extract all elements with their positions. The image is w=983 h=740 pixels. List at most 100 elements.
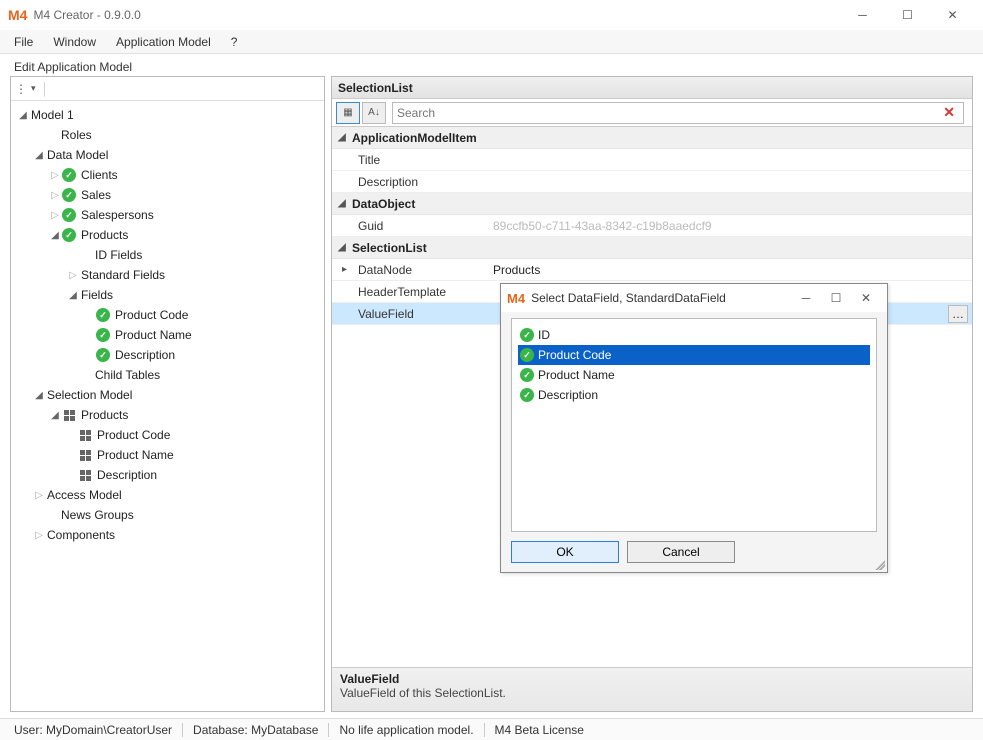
dialog-titlebar: M4 Select DataField, StandardDataField ─… — [501, 284, 887, 312]
tree-fields[interactable]: Fields — [79, 288, 113, 302]
caret-icon[interactable]: ▷ — [49, 210, 61, 221]
caret-icon[interactable]: ◢ — [33, 390, 45, 401]
tree-child-tables[interactable]: Child Tables — [93, 368, 160, 382]
caret-icon[interactable]: ◢ — [33, 150, 45, 161]
tree-data-model[interactable]: Data Model — [45, 148, 108, 162]
menu-window[interactable]: Window — [43, 33, 106, 51]
list-item[interactable]: ✓ID — [518, 325, 870, 345]
prop-valuefield-key[interactable]: ValueField — [332, 307, 487, 321]
menu-file[interactable]: File — [4, 33, 43, 51]
menubar: File Window Application Model ? — [0, 30, 983, 54]
toolbar-dropdown-icon[interactable]: ▾ — [31, 83, 36, 94]
model-tree[interactable]: ◢Model 1 ▸Roles ◢Data Model ▷✓Clients ▷✓… — [11, 101, 324, 711]
clear-search-icon[interactable]: ✕ — [939, 104, 959, 121]
window-title: M4 Creator - 0.9.0.0 — [33, 8, 140, 22]
caret-icon[interactable]: ◢ — [17, 110, 29, 121]
tree-sm-product-name[interactable]: Product Name — [95, 448, 174, 462]
prop-datanode-val[interactable]: Products — [487, 263, 972, 277]
check-icon: ✓ — [96, 308, 110, 322]
tree-sm-product-code[interactable]: Product Code — [95, 428, 170, 442]
tree-clients[interactable]: Clients — [79, 168, 118, 182]
list-item[interactable]: ✓Description — [518, 385, 870, 405]
list-item[interactable]: ✓Product Code — [518, 345, 870, 365]
prop-guid-key[interactable]: Guid — [332, 219, 487, 233]
caret-icon[interactable]: ▷ — [67, 270, 79, 281]
dialog-maximize-button[interactable]: ☐ — [821, 291, 851, 305]
status-license: M4 Beta License — [485, 723, 594, 737]
caret-icon[interactable]: ◢ — [338, 242, 352, 253]
grid-icon — [64, 410, 75, 421]
dialog-title: Select DataField, StandardDataField — [531, 291, 726, 305]
dialog-minimize-button[interactable]: ─ — [791, 291, 821, 305]
maximize-button[interactable]: ☐ — [885, 0, 930, 30]
caret-icon[interactable]: ◢ — [338, 132, 352, 143]
tree-product-code[interactable]: Product Code — [113, 308, 188, 322]
prop-title-key[interactable]: Title — [332, 153, 487, 167]
list-item[interactable]: ✓Product Name — [518, 365, 870, 385]
tree-access-model[interactable]: Access Model — [45, 488, 122, 502]
menu-help[interactable]: ? — [221, 33, 248, 51]
titlebar: M4 M4 Creator - 0.9.0.0 ─ ☐ ✕ — [0, 0, 983, 30]
tree-products[interactable]: Products — [79, 228, 128, 242]
cat-data-object[interactable]: DataObject — [352, 197, 415, 211]
tree-product-name[interactable]: Product Name — [113, 328, 192, 342]
caret-icon[interactable]: ◢ — [338, 198, 352, 209]
alphabetical-button[interactable]: A↓ — [362, 102, 386, 124]
close-button[interactable]: ✕ — [930, 0, 975, 30]
search-box[interactable]: ✕ — [392, 102, 964, 124]
caret-icon[interactable]: ◢ — [67, 290, 79, 301]
tree-sales[interactable]: Sales — [79, 188, 111, 202]
toolbar-menu-icon[interactable]: ⋮ — [15, 82, 27, 96]
minimize-button[interactable]: ─ — [840, 0, 885, 30]
prop-description-key[interactable]: Description — [332, 175, 487, 189]
ellipsis-button[interactable]: … — [948, 305, 968, 323]
footer-prop-desc: ValueField of this SelectionList. — [340, 686, 964, 700]
dialog-button-row: OK Cancel — [501, 536, 887, 572]
resize-grip-icon[interactable] — [873, 558, 885, 570]
tree-components[interactable]: Components — [45, 528, 115, 542]
select-datafield-dialog: M4 Select DataField, StandardDataField ─… — [500, 283, 888, 573]
tree-news-groups[interactable]: News Groups — [59, 508, 134, 522]
status-life-model: No life application model. — [329, 723, 484, 737]
caret-icon[interactable]: ◢ — [49, 410, 61, 421]
categorized-button[interactable]: ▦ — [336, 102, 360, 124]
property-panel: SelectionList ▦ A↓ ✕ ◢ApplicationModelIt… — [331, 76, 973, 712]
check-icon: ✓ — [62, 228, 76, 242]
tree-standard-fields[interactable]: Standard Fields — [79, 268, 165, 282]
tree-salespersons[interactable]: Salespersons — [79, 208, 154, 222]
dialog-list[interactable]: ✓ID ✓Product Code ✓Product Name ✓Descrip… — [511, 318, 877, 532]
caret-icon[interactable]: ▸ — [342, 264, 354, 275]
prop-datanode-key[interactable]: ▸DataNode — [332, 263, 487, 277]
tree-id-fields[interactable]: ID Fields — [93, 248, 142, 262]
ok-button[interactable]: OK — [511, 541, 619, 563]
tree-roles[interactable]: Roles — [59, 128, 92, 142]
check-icon: ✓ — [520, 368, 534, 382]
tree-selection-model[interactable]: Selection Model — [45, 388, 132, 402]
dialog-close-button[interactable]: ✕ — [851, 291, 881, 305]
cancel-button[interactable]: Cancel — [627, 541, 735, 563]
tree-panel: ⋮ ▾ │ ◢Model 1 ▸Roles ◢Data Model ▷✓Clie… — [10, 76, 325, 712]
status-database: Database: MyDatabase — [183, 723, 329, 737]
cat-application-model-item[interactable]: ApplicationModelItem — [352, 131, 477, 145]
tree-model-root[interactable]: Model 1 — [29, 108, 74, 122]
caret-icon[interactable]: ▷ — [33, 530, 45, 541]
menu-application-model[interactable]: Application Model — [106, 33, 221, 51]
propgrid-header: SelectionList — [332, 77, 972, 99]
app-logo: M4 — [8, 7, 27, 23]
status-user: User: MyDomain\CreatorUser — [4, 723, 183, 737]
tree-description[interactable]: Description — [113, 348, 175, 362]
caret-icon[interactable]: ◢ — [49, 230, 61, 241]
app-logo: M4 — [507, 291, 525, 306]
check-icon: ✓ — [520, 348, 534, 362]
tree-toolbar: ⋮ ▾ │ — [11, 77, 324, 101]
caret-icon[interactable]: ▷ — [49, 170, 61, 181]
caret-icon[interactable]: ▷ — [49, 190, 61, 201]
tree-sm-products[interactable]: Products — [79, 408, 128, 422]
caret-icon[interactable]: ▷ — [33, 490, 45, 501]
propgrid-footer: ValueField ValueField of this SelectionL… — [332, 667, 972, 711]
tree-sm-description[interactable]: Description — [95, 468, 157, 482]
prop-header-template-key[interactable]: HeaderTemplate — [332, 285, 487, 299]
statusbar: User: MyDomain\CreatorUser Database: MyD… — [0, 718, 983, 740]
search-input[interactable] — [397, 106, 939, 120]
cat-selection-list[interactable]: SelectionList — [352, 241, 427, 255]
